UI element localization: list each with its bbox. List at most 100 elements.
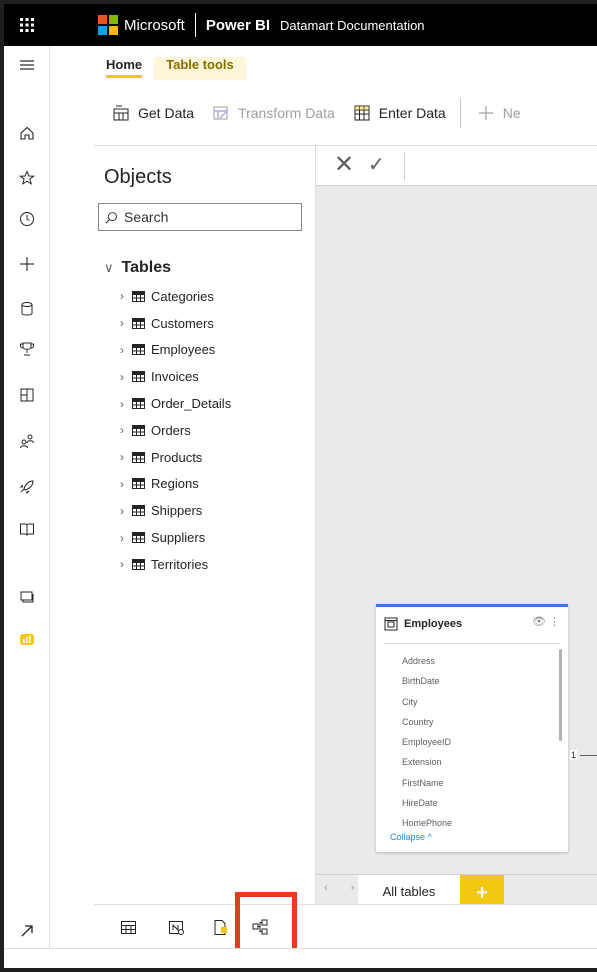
chevron-right-icon[interactable]: › [120,343,130,357]
table-card-employees[interactable]: Employees 👁 ⋮ Address BirthDate City Countr… [376,604,568,852]
table-item[interactable]: › Shippers [120,497,310,524]
datamart-icon[interactable] [4,626,50,652]
table-item[interactable]: › Invoices [120,363,310,390]
table-item-label: Order_Details [151,396,232,412]
new-button[interactable]: Ne [477,104,521,122]
table-item[interactable]: › Orders [120,417,310,444]
transform-data-label: Transform Data [238,104,335,121]
table-item[interactable]: › Suppliers [120,524,310,551]
expand-icon[interactable] [4,918,50,944]
formula-input[interactable] [404,152,597,180]
table-item[interactable]: › Employees [120,337,310,364]
create-icon[interactable] [4,251,50,277]
waffle-icon [20,18,34,32]
chevron-right-icon[interactable]: › [120,423,130,437]
table-item-label: Invoices [151,369,199,385]
query-view-icon [168,920,184,935]
chevron-right-icon[interactable]: › [120,557,130,571]
table-item[interactable]: › Territories [120,551,310,578]
dax-view-icon [214,919,227,935]
new-label: Ne [502,104,521,121]
objects-title: Objects [104,166,172,188]
field-item[interactable]: Address [402,651,452,671]
shared-icon[interactable] [4,428,50,454]
table-item[interactable]: › Order_Details [120,390,310,417]
table-item-label: Suppliers [151,530,206,546]
field-item[interactable]: EmployeeID [402,732,452,752]
dax-view-button[interactable] [200,905,240,949]
favorites-icon[interactable] [4,165,50,191]
card-scrollbar[interactable] [559,649,562,741]
left-nav-rail [4,46,50,968]
apps-icon[interactable] [4,382,50,408]
search-icon [105,211,117,223]
commit-formula-button[interactable]: ✓ [368,152,385,177]
field-item[interactable]: City [402,692,452,712]
query-view-button[interactable] [156,905,196,949]
field-item[interactable]: HireDate [402,793,452,813]
enter-data-button[interactable]: Enter Data [353,104,446,122]
search-input[interactable] [124,209,284,225]
table-icon [132,344,145,356]
workspaces-icon[interactable] [4,584,50,610]
table-item-label: Shippers [151,503,203,519]
deployment-icon[interactable] [4,474,50,500]
chevron-right-icon[interactable]: › [120,450,130,464]
table-item-label: Products [151,449,203,465]
table-item-label: Orders [151,422,191,438]
recent-icon[interactable] [4,206,50,232]
goals-icon[interactable] [4,336,50,362]
chevron-right-icon[interactable]: › [120,370,130,384]
relationship-line[interactable] [580,755,597,756]
top-bar: Microsoft Power BI Datamart Documentatio… [4,4,597,46]
app-window: Microsoft Power BI Datamart Documentatio… [0,0,597,972]
relationship-cardinality-label: 1 [570,750,578,760]
tab-table-tools[interactable]: Table tools [154,57,246,80]
field-item[interactable]: Extension [402,752,452,772]
table-card-title: Employees [404,618,463,630]
ribbon-tabs: Home Table tools [94,46,597,80]
formula-bar: ✕ ✓ [316,146,597,186]
objects-pane: Objects ∨ Tables › Categories › Customers › E… [94,146,316,904]
chevron-right-icon[interactable]: › [120,477,130,491]
table-icon [132,371,145,383]
table-item-label: Customers [151,315,214,331]
ribbon-toolbar: Get Data Transform Data Enter Data Ne [94,80,597,146]
chevron-right-icon[interactable]: › [120,397,130,411]
product-name[interactable]: Power BI [206,17,270,34]
card-visibility-menu-icon[interactable]: 👁 ⋮ [532,615,560,628]
microsoft-logo-icon [98,15,118,35]
table-item[interactable]: › Customers [120,310,310,337]
app-launcher-icon[interactable] [4,4,50,46]
table-icon [132,398,145,410]
chevron-right-icon[interactable]: › [120,504,130,518]
chevron-right-icon[interactable]: › [120,316,130,330]
learn-icon[interactable] [4,516,50,542]
transform-data-icon [213,106,229,119]
datasets-icon[interactable] [4,296,50,322]
table-item[interactable]: › Categories [120,283,310,310]
home-icon[interactable] [4,120,50,146]
field-item[interactable]: Country [402,712,452,732]
menu-icon[interactable] [4,52,50,78]
chevron-right-icon[interactable]: › [120,531,130,545]
table-icon [132,505,145,517]
get-data-button[interactable]: Get Data [112,104,194,122]
chevron-right-icon[interactable]: › [120,289,130,303]
field-item[interactable]: BirthDate [402,671,452,691]
model-view-highlight-box [235,892,297,954]
table-item[interactable]: › Regions [120,471,310,498]
search-box[interactable] [98,203,302,231]
field-item[interactable]: FirstName [402,773,452,793]
document-title[interactable]: Datamart Documentation [280,18,425,33]
field-list: Address BirthDate City Country EmployeeID Ext… [402,651,452,834]
data-view-button[interactable] [108,905,148,949]
field-item[interactable]: HomePhone [402,813,452,833]
collapse-link[interactable]: Collapse ^ [390,832,432,842]
table-item[interactable]: › Products [120,444,310,471]
tables-group[interactable]: ∨ Tables [104,259,171,277]
transform-data-button[interactable]: Transform Data [212,104,335,122]
tab-home[interactable]: Home [94,57,154,80]
table-item-label: Territories [151,556,209,572]
cancel-formula-button[interactable]: ✕ [334,150,354,179]
